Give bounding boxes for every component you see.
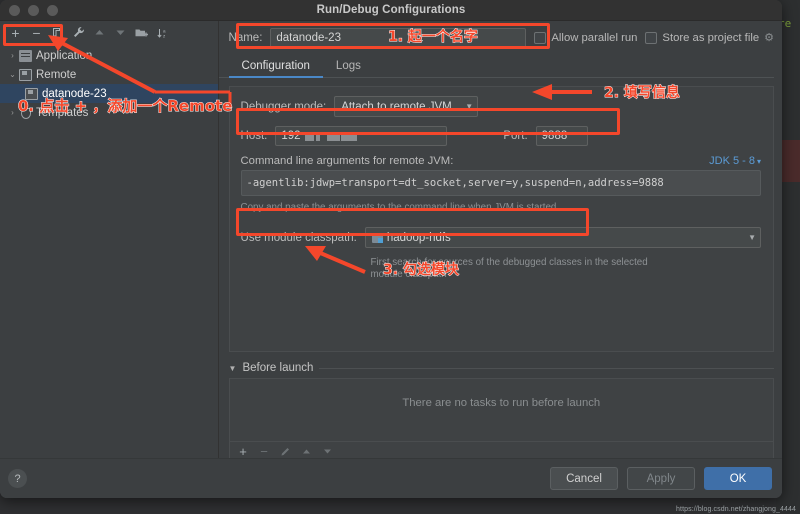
remote-icon: [19, 68, 32, 81]
annotation-step-3: 3. 勾选模块: [383, 262, 460, 279]
application-icon: [19, 49, 32, 62]
module-classpath-select[interactable]: hadoop-hdfs ▼: [364, 227, 761, 248]
add-folder-icon[interactable]: [132, 23, 151, 42]
tree-item-application[interactable]: › Application: [0, 46, 218, 65]
tab-logs[interactable]: Logs: [323, 60, 374, 77]
dialog-footer: ? Cancel Apply OK: [0, 458, 782, 498]
before-launch-panel: There are no tasks to run before launch …: [228, 378, 774, 462]
command-line-header: Command line arguments for remote JVM: J…: [241, 155, 761, 167]
redaction-block: [315, 131, 320, 141]
chevron-down-icon: ▼: [465, 102, 474, 111]
configurations-sidebar: + − a z › Application ⌄ Remote datanode-…: [0, 21, 219, 498]
module-icon: [371, 232, 383, 243]
module-classpath-row: Use module classpath: hadoop-hdfs ▼: [241, 227, 761, 248]
tree-item-label: Remote: [36, 68, 77, 81]
redaction-block: [340, 131, 357, 141]
help-icon[interactable]: ?: [8, 469, 27, 488]
watermark: https://blog.csdn.net/zhangjong_4444: [676, 506, 796, 513]
debugger-mode-value: Attach to remote JVM: [341, 100, 452, 113]
dialog-titlebar: Run/Debug Configurations: [0, 0, 782, 21]
debugger-mode-row: Debugger mode: Attach to remote JVM ▼: [241, 96, 761, 117]
editor-tabs: Configuration Logs: [218, 54, 774, 78]
before-launch-header[interactable]: ▼ Before launch: [229, 362, 774, 374]
dialog-title: Run/Debug Configurations: [316, 4, 466, 16]
run-debug-configurations-dialog: Run/Debug Configurations + − a z › Appli…: [0, 0, 782, 498]
name-label: Name:: [228, 31, 263, 44]
chevron-down-icon[interactable]: ▼: [229, 364, 237, 373]
move-up-icon[interactable]: [90, 23, 109, 42]
host-port-row: Host: 192 Port: 9888: [241, 126, 761, 146]
cancel-button[interactable]: Cancel: [550, 467, 618, 490]
configuration-editor: Name: datanode-23 Allow parallel run Sto…: [218, 21, 782, 498]
chevron-down-icon[interactable]: ⌄: [6, 70, 19, 79]
command-line-label: Command line arguments for remote JVM:: [240, 155, 454, 167]
redaction-block: [326, 131, 340, 141]
annotation-step-0: 0. 点击 + ，添加一个Remote: [18, 97, 233, 116]
host-label: Host:: [240, 130, 268, 142]
checkbox-icon[interactable]: [534, 31, 547, 44]
command-line-arguments-field[interactable]: -agentlib:jdwp=transport=dt_socket,serve…: [240, 170, 761, 196]
divider: [319, 367, 774, 369]
chevron-down-icon: ▼: [748, 233, 756, 242]
debugger-mode-select[interactable]: Attach to remote JVM ▼: [334, 96, 479, 117]
debugger-mode-label: Debugger mode:: [240, 100, 327, 113]
add-button[interactable]: +: [6, 23, 25, 42]
name-row: Name: datanode-23 Allow parallel run Sto…: [219, 21, 782, 54]
sort-az-icon[interactable]: az: [153, 23, 172, 42]
host-input[interactable]: 192: [275, 126, 448, 146]
checkbox-icon[interactable]: [645, 31, 658, 44]
module-classpath-value: hadoop-hdfs: [386, 231, 451, 244]
sidebar-toolbar: + − a z: [0, 21, 218, 44]
remove-button[interactable]: −: [27, 23, 46, 42]
chevron-right-icon[interactable]: ›: [6, 51, 19, 60]
screenshot-root: re Run/Debug Configurations + − a z › Ap…: [0, 0, 800, 514]
copy-icon[interactable]: [48, 23, 67, 42]
jdk-version-label: JDK 5 - 8: [709, 155, 755, 167]
allow-parallel-run-label: Allow parallel run: [551, 31, 638, 44]
jdk-version-selector[interactable]: JDK 5 - 8 ▾: [709, 155, 761, 167]
port-input[interactable]: 9888: [535, 126, 588, 146]
tree-item-label: Application: [36, 49, 93, 62]
tree-item-remote[interactable]: ⌄ Remote: [0, 65, 218, 84]
annotation-step-2: 2. 填写信息: [604, 85, 681, 102]
move-down-icon[interactable]: [111, 23, 130, 42]
host-value: 192: [281, 130, 301, 142]
configuration-panel: Debugger mode: Attach to remote JVM ▼ Ho…: [228, 86, 774, 352]
allow-parallel-run-checkbox[interactable]: Allow parallel run: [534, 31, 638, 44]
wrench-icon[interactable]: [69, 23, 88, 42]
apply-button: Apply: [627, 467, 695, 490]
tab-configuration[interactable]: Configuration: [228, 60, 324, 78]
use-module-classpath-label: Use module classpath:: [240, 231, 357, 244]
port-label: Port:: [503, 130, 528, 142]
before-launch-title: Before launch: [242, 362, 314, 374]
svg-text:z: z: [163, 33, 166, 38]
store-as-project-file-checkbox[interactable]: Store as project file ⚙: [645, 31, 774, 44]
redaction-block: [304, 131, 314, 141]
store-as-project-file-label: Store as project file: [662, 31, 760, 44]
annotation-step-1: 1. 起一个名字: [388, 29, 479, 46]
command-line-hint: Copy and paste the arguments to the comm…: [240, 202, 557, 213]
ok-button[interactable]: OK: [704, 467, 772, 490]
before-launch-empty-message: There are no tasks to run before launch: [402, 397, 601, 409]
chevron-down-icon: ▾: [756, 157, 761, 166]
gear-icon[interactable]: ⚙: [764, 31, 774, 44]
